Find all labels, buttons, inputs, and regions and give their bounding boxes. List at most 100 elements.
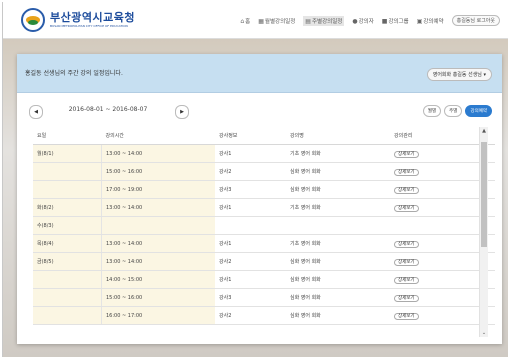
scroll-up-icon[interactable]: ▲: [480, 128, 488, 134]
cell-instructor: 강사1: [215, 144, 286, 163]
nav-instructors[interactable]: ●강의자: [352, 17, 373, 25]
scroll-down-icon[interactable]: ⌄: [480, 330, 488, 336]
teacher-select[interactable]: 영어회화 홍길동 선생님 ▾: [426, 68, 492, 81]
detail-button[interactable]: 상세보기: [394, 150, 419, 158]
main-nav: ⌂홈 ▦월별강의일정 ▤주별강의일정 ●강의자 ■강의그룹 ▣강의예약 홍길동님…: [240, 15, 500, 26]
cell-time: 13:00 ~ 14:00: [101, 144, 215, 163]
cell-instructor: 강사1: [215, 270, 286, 289]
table-row: 15:00 ~ 16:00 강사3 심화 영어 회화 상세보기: [33, 288, 495, 307]
table-row: 15:00 ~ 16:00 강사2 심화 영어 회화 상세보기: [33, 162, 495, 181]
cell-time: 13:00 ~ 14:00: [101, 252, 215, 271]
cell-day: 금(8/5): [33, 252, 102, 271]
prev-week-button[interactable]: ◀: [29, 105, 43, 119]
cell-instructor: 강사1: [215, 198, 286, 217]
detail-button[interactable]: 상세보기: [394, 258, 419, 266]
detail-button[interactable]: 상세보기: [394, 186, 419, 194]
cell-time: 17:00 ~ 19:00: [101, 180, 215, 199]
cell-day: [33, 306, 102, 325]
cell-time: 15:00 ~ 16:00: [101, 288, 215, 307]
cell-instructor: 강사2: [215, 306, 286, 325]
logo-text: 부산광역시교육청 BUSAN METROPOLITAN CITY OFFICE …: [50, 11, 135, 29]
table-scrollbar[interactable]: ▲ ⌄: [479, 127, 488, 337]
nav-weekly[interactable]: ▤주별강의일정: [303, 15, 345, 26]
view-weekly-button[interactable]: 주별: [444, 105, 463, 117]
cell-lecture: 심화 영어 회화: [286, 288, 390, 307]
table-row: 14:00 ~ 15:00 강사1 심화 영어 회화 상세보기: [33, 270, 495, 289]
calendar-week-icon: ▤: [305, 17, 311, 25]
cell-lecture: 기초 영어 회화: [286, 144, 390, 163]
cell-lecture: [286, 216, 390, 235]
detail-button[interactable]: 상세보기: [394, 294, 419, 302]
folder-icon: ■: [381, 17, 388, 25]
cell-time: 14:00 ~ 15:00: [101, 270, 215, 289]
cell-lecture: 심화 영어 회화: [286, 306, 390, 325]
detail-button[interactable]: 상세보기: [394, 276, 419, 284]
logo[interactable]: 부산광역시교육청 BUSAN METROPOLITAN CITY OFFICE …: [21, 8, 135, 32]
table-row: 화(8/2) 13:00 ~ 14:00 강사1 기초 영어 회화 상세보기: [33, 198, 495, 217]
nav-home[interactable]: ⌂홈: [240, 17, 250, 25]
cell-time: 15:00 ~ 16:00: [101, 162, 215, 181]
detail-button[interactable]: 상세보기: [394, 168, 419, 176]
nav-label: 주별강의일정: [311, 18, 343, 25]
table-row: 16:00 ~ 17:00 강사2 심화 영어 회화 상세보기: [33, 306, 495, 325]
table-row: 17:00 ~ 19:00 강사3 심화 영어 회화 상세보기: [33, 180, 495, 199]
cell-day: [33, 180, 102, 199]
cell-time: [101, 216, 215, 235]
home-icon: ⌂: [240, 17, 245, 25]
date-range: 2016-08-01 ~ 2016-08-07: [68, 106, 148, 113]
cell-day: [33, 162, 102, 181]
cell-day: 목(8/4): [33, 234, 102, 253]
nav-monthly[interactable]: ▦월별강의일정: [258, 17, 295, 25]
panel-header: 홍길동 선생님의 주간 강의 일정입니다. 영어회화 홍길동 선생님 ▾: [17, 54, 502, 93]
table-row: 월(8/1) 13:00 ~ 14:00 강사1 기초 영어 회화 상세보기: [33, 144, 495, 163]
cell-day: 월(8/1): [33, 144, 102, 163]
nav-label: 홈: [245, 18, 251, 25]
cell-lecture: 심화 영어 회화: [286, 270, 390, 289]
nav-groups[interactable]: ■강의그룹: [382, 17, 409, 25]
logo-subtitle: BUSAN METROPOLITAN CITY OFFICE OF EDUCAT…: [50, 24, 128, 28]
schedule-table: 요일 강의시간 강사정보 강의명 강의관리 월(8/1) 13:00 ~ 14:0…: [33, 127, 495, 325]
cell-day: [33, 288, 102, 307]
col-header-lecture: 강의명: [286, 127, 390, 145]
cell-time: 16:00 ~ 17:00: [101, 306, 215, 325]
cell-instructor: 강사3: [215, 180, 286, 199]
logout-button[interactable]: 홍길동님 로그아웃: [451, 15, 500, 26]
nav-label: 강의자: [358, 18, 374, 25]
view-monthly-button[interactable]: 월별: [422, 105, 442, 117]
nav-booking[interactable]: ▣강의예약: [417, 17, 444, 25]
detail-button[interactable]: 상세보기: [394, 204, 419, 212]
table-header-row: 요일 강의시간 강사정보 강의명 강의관리: [33, 127, 495, 145]
scroll-thumb[interactable]: [481, 142, 487, 247]
view-booking-button[interactable]: 강의예약: [465, 105, 492, 117]
table-row: 목(8/4) 13:00 ~ 14:00 강사1 기초 영어 회화 상세보기: [33, 234, 495, 253]
detail-button[interactable]: 상세보기: [394, 240, 419, 248]
panel-title: 홍길동 선생님의 주간 강의 일정입니다.: [25, 70, 123, 77]
detail-button[interactable]: 상세보기: [394, 312, 419, 320]
cell-instructor: 강사3: [215, 288, 286, 307]
app-window: 부산광역시교육청 BUSAN METROPOLITAN CITY OFFICE …: [2, 2, 508, 357]
table-row: 수(8/3): [33, 216, 495, 235]
col-header-time: 강의시간: [101, 127, 215, 145]
logo-title: 부산광역시교육청: [50, 11, 135, 24]
calendar-icon: ▦: [258, 17, 264, 25]
top-navbar: 부산광역시교육청 BUSAN METROPOLITAN CITY OFFICE …: [3, 2, 508, 39]
cell-instructor: 강사2: [215, 162, 286, 181]
view-toggle: 월별 주별 강의예약: [422, 105, 492, 117]
cell-time: 13:00 ~ 14:00: [101, 234, 215, 253]
cell-lecture: 심화 영어 회화: [286, 162, 390, 181]
next-week-button[interactable]: ▶: [175, 105, 189, 119]
booking-icon: ▣: [416, 17, 423, 25]
cell-time: 13:00 ~ 14:00: [101, 198, 215, 217]
nav-label: 강의그룹: [388, 18, 409, 25]
cell-instructor: 강사2: [215, 252, 286, 271]
right-margin: [508, 0, 523, 358]
cell-lecture: 심화 영어 회화: [286, 180, 390, 199]
cell-day: 화(8/2): [33, 198, 102, 217]
col-header-day: 요일: [33, 127, 102, 145]
cell-day: 수(8/3): [33, 216, 102, 235]
nav-label: 월별강의일정: [264, 18, 296, 25]
logo-emblem-icon: [21, 8, 45, 32]
nav-label: 강의예약: [423, 18, 444, 25]
cell-lecture: 심화 영어 회화: [286, 252, 390, 271]
col-header-instructor: 강사정보: [215, 127, 286, 145]
